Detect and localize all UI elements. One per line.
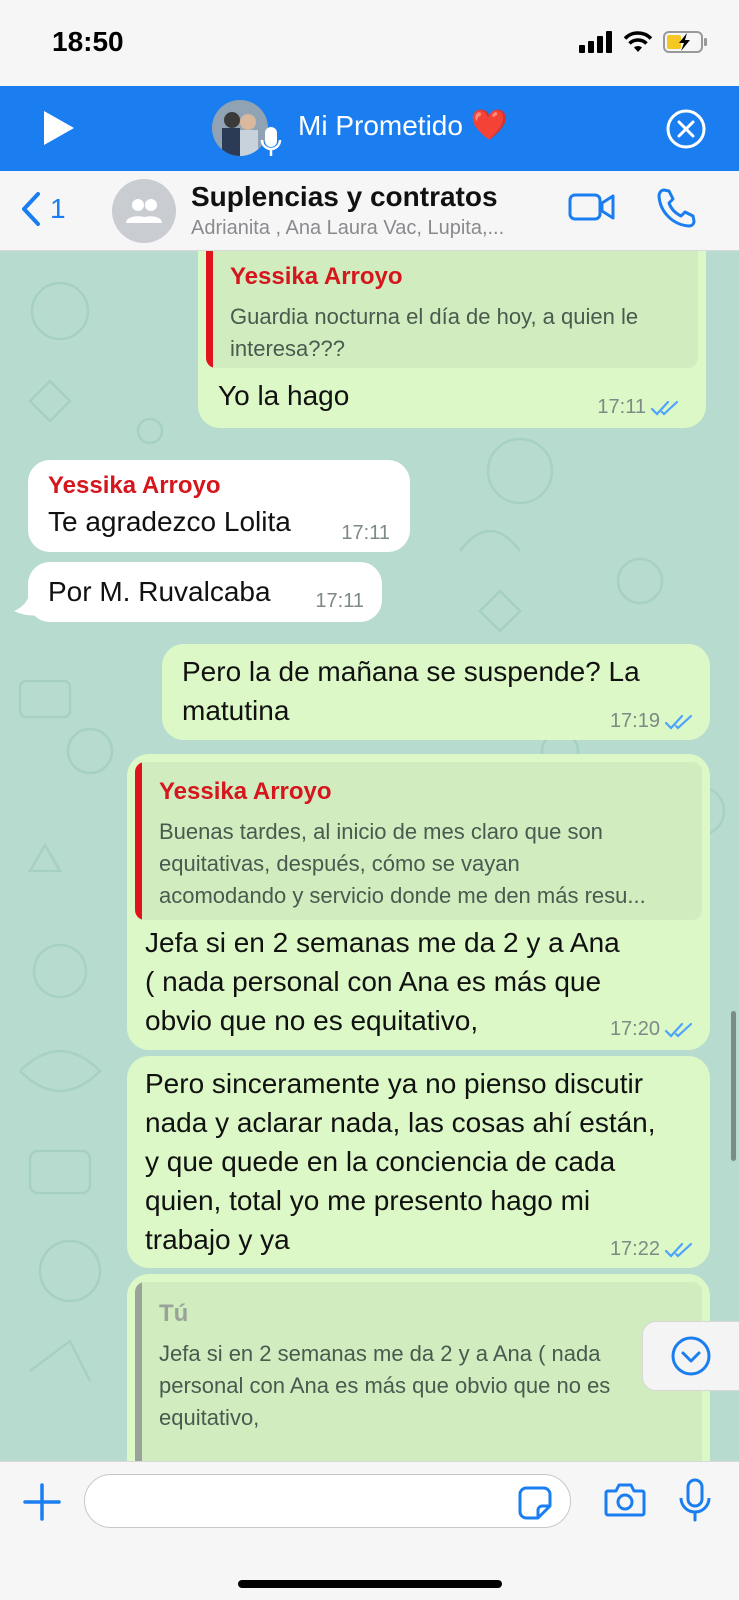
message-timestamp: 17:11 bbox=[597, 396, 646, 418]
message-text: matutina bbox=[182, 695, 290, 726]
call-title: Mi Prometido ❤️ bbox=[298, 108, 508, 143]
quote-bar bbox=[206, 251, 213, 368]
message-text: quien, total yo me presento hago mi bbox=[145, 1185, 591, 1216]
scrollbar[interactable] bbox=[731, 1011, 736, 1161]
message-time: 17:19 bbox=[610, 710, 694, 733]
microphone-icon[interactable] bbox=[678, 1478, 712, 1522]
quote-line: acomodando y servicio donde me den más r… bbox=[159, 883, 646, 908]
battery-charging-icon bbox=[663, 31, 707, 53]
status-bar: 18:50 bbox=[0, 0, 739, 86]
message-bubble-outgoing[interactable]: Yessika Arroyo Guardia nocturna el día d… bbox=[198, 251, 706, 428]
bubble-tail bbox=[14, 591, 42, 616]
message-text: Por M. Ruvalcaba bbox=[48, 576, 271, 607]
quote-sender: Yessika Arroyo bbox=[159, 778, 332, 805]
message-timestamp: 17:19 bbox=[609, 710, 660, 732]
message-bubble-outgoing[interactable]: Tú Jefa si en 2 semanas me da 2 y a Ana … bbox=[127, 1274, 710, 1461]
status-icons bbox=[579, 30, 709, 54]
message-bubble-incoming[interactable]: Por M. Ruvalcaba 17:11 bbox=[28, 562, 382, 622]
message-text: nada y aclarar nada, las cosas ahí están… bbox=[145, 1107, 656, 1138]
quoted-message[interactable]: Yessika Arroyo Buenas tardes, al inicio … bbox=[135, 762, 702, 920]
quoted-message[interactable]: Yessika Arroyo Guardia nocturna el día d… bbox=[206, 251, 698, 368]
group-icon bbox=[126, 199, 162, 223]
close-icon[interactable] bbox=[665, 108, 707, 150]
message-text: obvio que no es equitativo, bbox=[145, 1005, 479, 1036]
ongoing-call-banner[interactable]: Mi Prometido ❤️ bbox=[0, 86, 739, 171]
double-check-icon bbox=[664, 714, 693, 730]
chat-title[interactable]: Suplencias y contratos bbox=[191, 181, 498, 213]
home-indicator bbox=[238, 1580, 502, 1588]
composer-bar bbox=[0, 1461, 739, 1600]
quote-line: interesa??? bbox=[230, 336, 345, 361]
message-time: 17:22 bbox=[610, 1238, 694, 1261]
quote-line: Guardia nocturna el día de hoy, a quien … bbox=[230, 304, 639, 329]
quote-line: personal con Ana es más que obvio que no… bbox=[159, 1373, 611, 1398]
message-text: Te agradezco Lolita bbox=[48, 506, 291, 537]
chat-header: 1 Suplencias y contratos Adrianita , Ana… bbox=[0, 171, 739, 251]
unread-count: 1 bbox=[50, 193, 66, 224]
phone-call-icon[interactable] bbox=[656, 187, 696, 229]
video-call-icon[interactable] bbox=[568, 189, 616, 225]
message-text: Pero sinceramente ya no pienso discutir bbox=[145, 1068, 644, 1099]
message-time: 17:11 bbox=[597, 396, 680, 419]
quote-sender: Yessika Arroyo bbox=[230, 263, 403, 290]
message-text: Pero la de mañana se suspende? La bbox=[182, 656, 640, 687]
message-timestamp: 17:11 bbox=[341, 522, 390, 544]
heart-emoji: ❤️ bbox=[470, 109, 509, 142]
back-button[interactable]: 1 bbox=[20, 191, 66, 227]
quote-sender: Tú bbox=[159, 1300, 189, 1327]
message-text: Yo la hago bbox=[218, 380, 350, 411]
status-time: 18:50 bbox=[52, 26, 124, 57]
message-timestamp: 17:22 bbox=[609, 1238, 660, 1260]
double-check-icon bbox=[664, 1022, 693, 1038]
chat-messages[interactable]: Yessika Arroyo Guardia nocturna el día d… bbox=[0, 251, 739, 1461]
message-timestamp: 17:20 bbox=[609, 1018, 660, 1040]
quoted-message[interactable]: Tú Jefa si en 2 semanas me da 2 y a Ana … bbox=[135, 1282, 702, 1461]
mic-icon bbox=[260, 127, 282, 156]
message-text: ( nada personal con Ana es más que bbox=[145, 966, 602, 997]
message-text: trabajo y ya bbox=[145, 1224, 290, 1255]
message-text: Jefa si en 2 semanas me da 2 y a Ana bbox=[145, 927, 620, 958]
message-bubble-incoming[interactable]: Yessika Arroyo Te agradezco Lolita 17:11 bbox=[28, 460, 410, 552]
message-text: y que quede en la conciencia de cada bbox=[145, 1146, 616, 1177]
message-bubble-outgoing[interactable]: Yessika Arroyo Buenas tardes, al inicio … bbox=[127, 754, 710, 1050]
message-timestamp: 17:11 bbox=[315, 590, 364, 612]
chevron-left-icon bbox=[22, 192, 40, 226]
camera-icon[interactable] bbox=[604, 1482, 646, 1518]
quote-line: equitativas, después, cómo se vayan bbox=[159, 851, 520, 876]
sticker-icon[interactable] bbox=[518, 1486, 552, 1520]
plus-icon[interactable] bbox=[22, 1482, 62, 1522]
quote-bar bbox=[135, 1282, 142, 1461]
message-bubble-outgoing[interactable]: Pero la de mañana se suspende? La matuti… bbox=[162, 644, 710, 740]
chat-members: Adrianita , Ana Laura Vac, Lupita,... bbox=[191, 217, 505, 239]
group-avatar[interactable] bbox=[112, 179, 176, 243]
wifi-icon bbox=[623, 31, 653, 52]
double-check-icon bbox=[650, 400, 679, 416]
message-input[interactable] bbox=[84, 1474, 571, 1528]
signal-icon bbox=[579, 31, 612, 53]
scroll-to-bottom-button[interactable] bbox=[642, 1321, 739, 1391]
call-contact-name: Mi Prometido bbox=[298, 110, 463, 141]
message-sender: Yessika Arroyo bbox=[48, 472, 221, 499]
double-check-icon bbox=[664, 1242, 693, 1258]
quote-line: equitativo, bbox=[159, 1405, 260, 1430]
message-time: 17:20 bbox=[610, 1018, 694, 1041]
message-bubble-outgoing[interactable]: Pero sinceramente ya no pienso discutir … bbox=[127, 1056, 710, 1268]
quote-line: Buenas tardes, al inicio de mes claro qu… bbox=[159, 819, 603, 844]
quote-line: Jefa si en 2 semanas me da 2 y a Ana ( n… bbox=[159, 1341, 601, 1366]
chevron-down-circle-icon bbox=[671, 1336, 711, 1376]
quote-bar bbox=[135, 762, 142, 920]
play-icon[interactable] bbox=[38, 108, 78, 148]
